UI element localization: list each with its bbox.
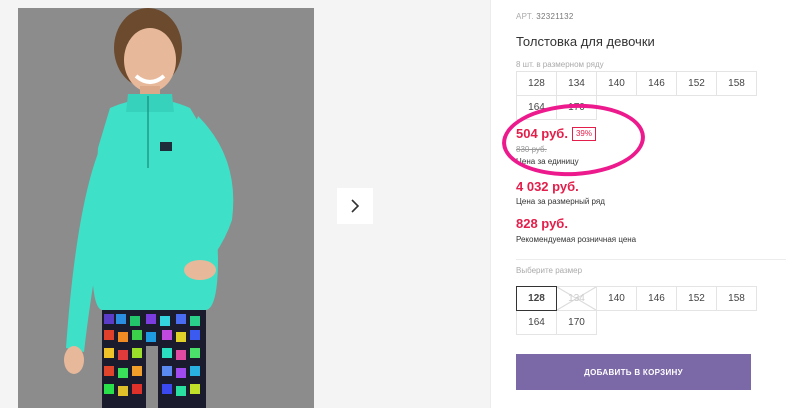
size-option-134: 134 — [556, 286, 597, 311]
rrp-price: 828 руб. — [516, 216, 568, 231]
row-size-note: 8 шт. в размерном ряду — [516, 60, 604, 69]
size-option-140[interactable]: 140 — [596, 286, 637, 311]
size-option-170[interactable]: 170 — [556, 310, 597, 335]
add-to-cart-button[interactable]: ДОБАВИТЬ В КОРЗИНУ — [516, 354, 751, 390]
set-price-label: Цена за размерный ряд — [516, 197, 605, 206]
size-selector: 128 134 140 146 152 158 164 170 — [516, 286, 757, 335]
unit-price-label: Цена за единицу — [516, 157, 579, 166]
product-gallery — [0, 0, 490, 408]
row-size-item: 146 — [636, 71, 677, 96]
article-label: АРТ. — [516, 12, 534, 21]
discount-badge: 39% — [571, 126, 596, 141]
choose-size-label: Выберите размер — [516, 266, 583, 275]
size-option-158[interactable]: 158 — [716, 286, 757, 311]
size-option-164[interactable]: 164 — [516, 310, 557, 335]
article-number: АРТ. 32321132 — [516, 12, 574, 21]
section-divider — [516, 259, 786, 260]
row-size-item: 170 — [556, 95, 597, 120]
price-block: 504 руб. 39% — [516, 126, 596, 141]
row-size-item: 134 — [556, 71, 597, 96]
row-size-item: 140 — [596, 71, 637, 96]
row-size-item: 158 — [716, 71, 757, 96]
chevron-right-icon — [351, 199, 360, 213]
row-size-item: 152 — [676, 71, 717, 96]
size-option-146[interactable]: 146 — [636, 286, 677, 311]
size-option-152[interactable]: 152 — [676, 286, 717, 311]
row-size-list: 128 134 140 146 152 158 164 170 — [516, 71, 757, 120]
product-info-panel: АРТ. 32321132 Толстовка для девочки 8 шт… — [516, 0, 786, 408]
product-title: Толстовка для девочки — [516, 34, 655, 49]
old-price: 830 руб. — [516, 145, 547, 154]
product-photo-illustration — [18, 8, 314, 408]
row-size-item: 128 — [516, 71, 557, 96]
gallery-next-button[interactable] — [337, 188, 373, 224]
product-photo[interactable] — [18, 8, 314, 408]
row-size-item: 164 — [516, 95, 557, 120]
rrp-price-label: Рекомендуемая розничная цена — [516, 235, 637, 244]
set-price: 4 032 руб. — [516, 179, 579, 194]
unit-price: 504 руб. — [516, 126, 568, 141]
panel-divider — [490, 0, 491, 408]
article-value: 32321132 — [536, 12, 574, 21]
size-option-128[interactable]: 128 — [516, 286, 557, 311]
